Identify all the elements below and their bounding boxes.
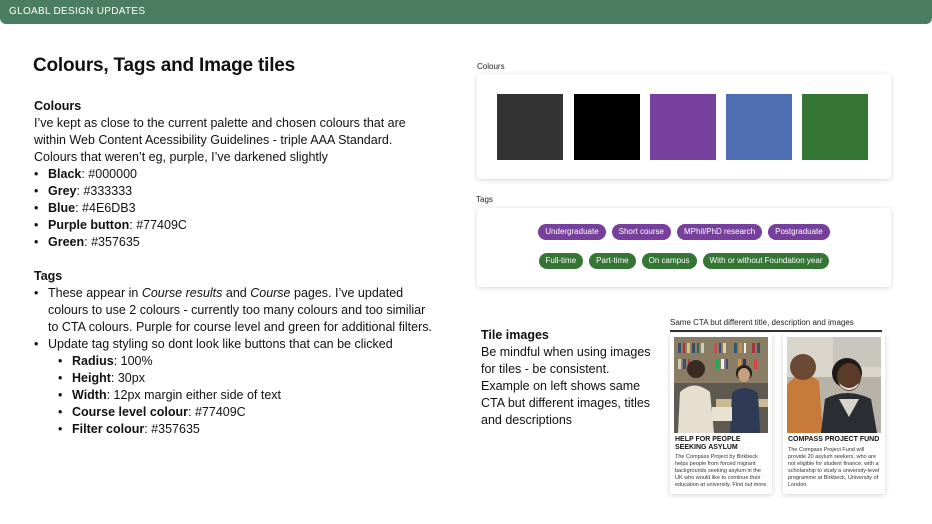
- tag-spec-width: Width: 12px margin either side of text: [58, 387, 434, 404]
- swatch-grey: [497, 94, 563, 160]
- swatch-blue: [726, 94, 792, 160]
- page-title: Colours, Tags and Image tiles: [33, 55, 296, 76]
- top-banner: GLOABL DESIGN UPDATES: [0, 0, 932, 24]
- tag-on-campus: On campus: [641, 253, 697, 269]
- tag-spec-course-colour: Course level colour: #77409C: [58, 404, 434, 421]
- tile-title: HELP FOR PEOPLE SEEKING ASYLUM: [675, 436, 741, 451]
- tag-full-time: Full-time: [538, 253, 584, 269]
- tags-note-usage: These appear in Course results and Cours…: [34, 285, 434, 336]
- colours-intro: I’ve kept as close to the current palett…: [34, 116, 406, 164]
- left-column: Colours I’ve kept as close to the curren…: [34, 98, 434, 438]
- colours-panel: [477, 74, 891, 179]
- tile-photo-library: [674, 337, 768, 433]
- tag-part-time: Part-time: [589, 253, 636, 269]
- tile-compass-fund[interactable]: COMPASS PROJECT FUND The Compass Project…: [783, 333, 885, 494]
- tiles-caption: Same CTA but different title, descriptio…: [670, 318, 854, 327]
- banner-title: GLOABL DESIGN UPDATES: [9, 6, 146, 17]
- tiles-divider: [670, 330, 882, 332]
- colour-list: Black: #000000 Grey: #333333 Blue: #4E6D…: [34, 166, 434, 251]
- swatch-black: [574, 94, 640, 160]
- colour-item-green: Green: #357635: [34, 234, 434, 251]
- tile-images-notes: Tile images Be mindful when using images…: [481, 327, 651, 429]
- tag-foundation-year: With or without Foundation year: [702, 253, 830, 269]
- swatch-green: [802, 94, 868, 160]
- colour-item-blue: Blue: #4E6DB3: [34, 200, 434, 217]
- tag-spec-radius: Radius: 100%: [58, 353, 434, 370]
- tag-undergraduate: Undergraduate: [538, 224, 606, 240]
- swatch-purple: [650, 94, 716, 160]
- tags-note-styling: Update tag styling so dont look like but…: [34, 336, 434, 353]
- tags-notes: These appear in Course results and Cours…: [34, 285, 434, 353]
- filter-tags: Full-time Part-time On campus With or wi…: [477, 253, 891, 269]
- colours-panel-label: Colours: [477, 62, 505, 71]
- tags-panel-label: Tags: [476, 195, 493, 204]
- tag-postgraduate: Postgraduate: [768, 224, 830, 240]
- tag-short-course: Short course: [611, 224, 671, 240]
- tag-spec-list: Radius: 100% Height: 30px Width: 12px ma…: [58, 353, 434, 438]
- tile-asylum[interactable]: HELP FOR PEOPLE SEEKING ASYLUM The Compa…: [670, 333, 772, 494]
- tile-images-heading: Tile images: [481, 328, 549, 342]
- tile-photo-conversation: [787, 337, 881, 433]
- colour-item-grey: Grey: #333333: [34, 183, 434, 200]
- tags-panel: Undergraduate Short course MPhil/PhD res…: [477, 208, 891, 287]
- colours-heading: Colours: [34, 99, 82, 113]
- colour-item-black: Black: #000000: [34, 166, 434, 183]
- tile-description: The Compass Project Fund will provide 20…: [788, 447, 880, 488]
- tile-description: The Compass Project by Birkbeck helps pe…: [675, 454, 768, 488]
- course-level-tags: Undergraduate Short course MPhil/PhD res…: [477, 224, 891, 240]
- tag-mphil-phd: MPhil/PhD research: [677, 224, 763, 240]
- tag-spec-height: Height: 30px: [58, 370, 434, 387]
- tags-heading: Tags: [34, 269, 63, 283]
- tag-spec-filter-colour: Filter colour: #357635: [58, 421, 434, 438]
- tile-images-body: Be mindful when using images for tiles -…: [481, 345, 651, 427]
- tile-title: COMPASS PROJECT FUND: [788, 436, 880, 443]
- colour-item-purple: Purple button: #77409C: [34, 217, 434, 234]
